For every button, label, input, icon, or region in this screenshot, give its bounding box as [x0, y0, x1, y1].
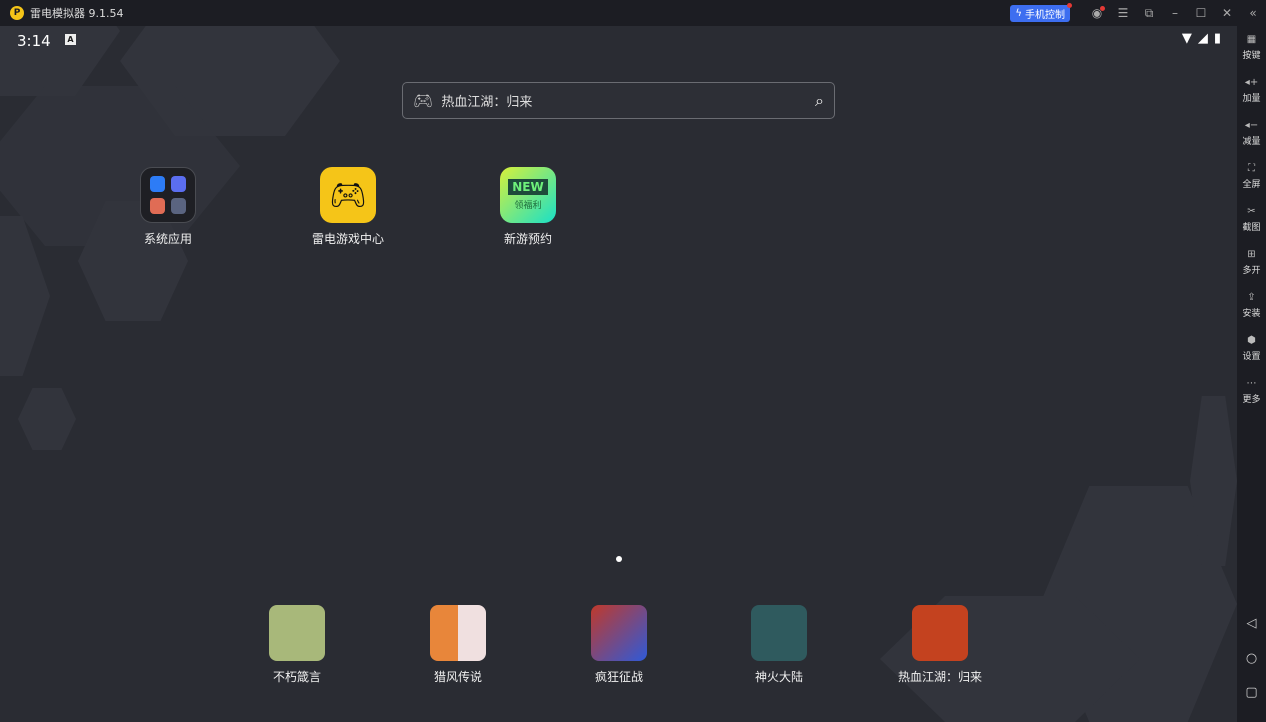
gamepad-icon: 🎮︎ [413, 91, 434, 110]
new-text: NEW [508, 179, 548, 195]
wifi-icon: ▼ [1181, 31, 1192, 46]
toolbar-fullscreen[interactable]: ⛶ 全屏 [1237, 155, 1266, 198]
app-label: 猎风传说 [433, 670, 482, 684]
toolbar-label: 更多 [1242, 395, 1261, 405]
game-icon [269, 605, 325, 661]
dock-app[interactable]: 不朽箴言 [237, 605, 357, 685]
app-label: 疯狂征战 [594, 670, 643, 684]
app-label: 热血江湖：归来 [897, 670, 982, 684]
toolbar-multi-instance[interactable]: ⊞ 多开 [1237, 241, 1266, 284]
volume-up-icon: ◂+ [1244, 77, 1259, 88]
app-label: 神火大陆 [754, 670, 803, 684]
page-indicator [616, 556, 622, 562]
app-label: 不朽箴言 [272, 670, 321, 684]
game-icon [430, 605, 486, 661]
lightning-icon: ϟ [1015, 7, 1022, 19]
maximize-icon[interactable]: ☐ [1188, 6, 1214, 20]
app-system-apps[interactable]: 系统应用 [108, 167, 228, 247]
folder-icon [140, 167, 196, 223]
toolbar-more[interactable]: ⋯ 更多 [1237, 370, 1266, 413]
battery-icon: ▮ [1213, 31, 1221, 46]
game-icon [912, 605, 968, 661]
menu-icon[interactable]: ☰ [1110, 6, 1136, 20]
close-icon[interactable]: ✕ [1214, 6, 1240, 20]
gamepad-icon: 🎮︎ [320, 167, 376, 223]
toolbar-label: 设置 [1242, 352, 1261, 362]
restore-window-icon[interactable]: ⧉ [1136, 6, 1162, 21]
phone-control-label: 手机控制 [1025, 9, 1065, 21]
game-icon [591, 605, 647, 661]
reward-text: 领福利 [514, 201, 542, 211]
toolbar-label: 减量 [1242, 137, 1261, 147]
search-text: 热血江湖：归来 [441, 95, 533, 110]
scissors-icon: ✂ [1247, 206, 1256, 217]
window-title: 雷电模拟器 9.1.54 [30, 7, 124, 20]
toolbar-label: 加量 [1242, 94, 1261, 104]
notification-a-icon: A [65, 34, 76, 45]
more-icon: ⋯ [1246, 378, 1257, 389]
account-icon[interactable]: ◉ [1084, 6, 1110, 20]
toolbar-label: 全屏 [1242, 180, 1261, 190]
app-logo-icon: P [10, 6, 24, 20]
minimize-icon[interactable]: – [1162, 6, 1188, 20]
toolbar-label: 按键 [1242, 51, 1261, 61]
recents-icon[interactable]: ▢ [1237, 685, 1266, 701]
toolbar-volume-down[interactable]: ◂− 减量 [1237, 112, 1266, 155]
app-label: 系统应用 [143, 232, 192, 246]
app-label: 新游预约 [503, 232, 552, 246]
phone-control-button[interactable]: ϟ 手机控制 [1010, 2, 1072, 22]
volume-down-icon: ◂− [1244, 120, 1259, 131]
app-new-games[interactable]: NEW 领福利 新游预约 [468, 167, 588, 247]
dock-app[interactable]: 神火大陆 [719, 605, 839, 685]
toolbar-volume-up[interactable]: ◂+ 加量 [1237, 69, 1266, 112]
back-icon[interactable]: ◁ [1237, 616, 1266, 632]
new-badge-icon: NEW 领福利 [500, 167, 556, 223]
fullscreen-icon: ⛶ [1248, 163, 1255, 174]
dock-app[interactable]: 猎风传说 [398, 605, 518, 685]
signal-icon: ◢ [1197, 31, 1208, 46]
search-bar[interactable]: 🎮︎ 热血江湖：归来 ⌕ [402, 82, 835, 119]
toolbar-screenshot[interactable]: ✂ 截图 [1237, 198, 1266, 241]
search-icon[interactable]: ⌕ [815, 91, 824, 111]
title-bar: P 雷电模拟器 9.1.54 ϟ 手机控制 ◉ ☰ ⧉ – ☐ ✕ « [0, 0, 1266, 26]
keyboard-icon: ▦ [1246, 34, 1257, 45]
multi-instance-icon: ⊞ [1247, 249, 1256, 260]
gear-icon: ⬢ [1247, 335, 1256, 346]
app-label: 雷电游戏中心 [311, 232, 384, 246]
toolbar-label: 多开 [1242, 266, 1261, 276]
app-game-center[interactable]: 🎮︎ 雷电游戏中心 [288, 167, 408, 247]
toolbar-install[interactable]: ⇪ 安装 [1237, 284, 1266, 327]
dock-app[interactable]: 疯狂征战 [559, 605, 679, 685]
collapse-sidebar-icon[interactable]: « [1240, 6, 1266, 20]
android-screen: 3:14 A ▼ ◢ ▮ 🎮︎ 热血江湖：归来 ⌕ 系统应用 🎮︎ 雷电游戏中心… [0, 26, 1237, 722]
toolbar-keymap[interactable]: ▦ 按键 [1237, 26, 1266, 69]
toolbar-label: 安装 [1242, 309, 1261, 319]
toolbar-label: 截图 [1242, 223, 1261, 233]
toolbar-settings[interactable]: ⬢ 设置 [1237, 327, 1266, 370]
game-icon [751, 605, 807, 661]
status-time: 3:14 [17, 32, 51, 50]
apk-install-icon: ⇪ [1247, 292, 1256, 303]
dock-app[interactable]: 热血江湖：归来 [880, 605, 1000, 685]
home-icon[interactable]: ○ [1237, 651, 1266, 667]
